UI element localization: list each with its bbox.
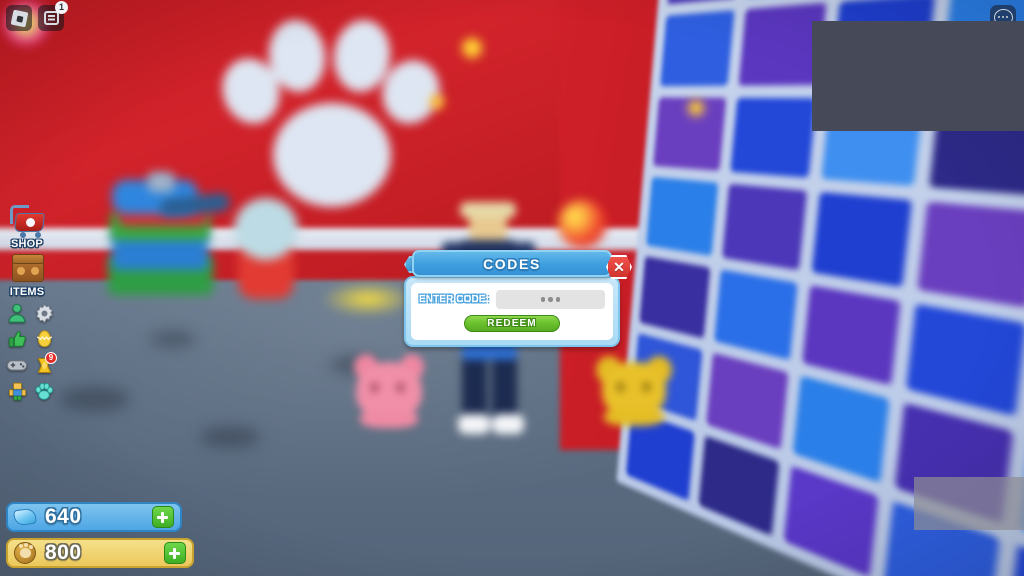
codes-dialog-titlebar: ★ CODES ✕: [404, 250, 632, 280]
coin-amount: 800: [45, 541, 82, 564]
prop-sparkle: [462, 38, 482, 58]
egg-button[interactable]: [31, 327, 57, 351]
shop-button[interactable]: SHOP: [4, 203, 50, 250]
redeem-button[interactable]: REDEEM: [464, 315, 560, 332]
gamepad-button[interactable]: [4, 353, 30, 377]
redeem-label: REDEEM: [487, 318, 537, 329]
coin-add-button[interactable]: [164, 542, 186, 564]
avatar-button[interactable]: [4, 301, 30, 325]
floor-spot: [60, 386, 130, 412]
character-button[interactable]: [4, 379, 30, 403]
floor-spot: [200, 426, 260, 448]
thumbs-up-icon: [8, 330, 26, 347]
prop-ball: [558, 200, 606, 248]
shop-label: SHOP: [11, 238, 43, 250]
chat-icon: [43, 11, 59, 25]
codes-dialog-title: CODES: [483, 255, 541, 272]
gamepad-icon: [6, 360, 28, 371]
chat-badge: 1: [55, 1, 68, 14]
codes-dialog-body: ENTER CODE: REDEEM: [404, 276, 620, 347]
enter-code-row: ENTER CODE:: [419, 290, 605, 309]
codes-title-banner: CODES: [412, 250, 612, 277]
gem-currency-bar: 640: [6, 502, 182, 532]
pet-pink: [352, 352, 430, 430]
redacted-region-bottom-right: [914, 477, 1024, 530]
rewards-button[interactable]: 9: [31, 352, 57, 377]
prop-gumball-machine: [234, 198, 298, 260]
hud-icon-grid: 9: [4, 301, 57, 403]
settings-button[interactable]: [31, 301, 57, 325]
close-icon: ✕: [613, 259, 625, 275]
code-input-placeholder-dots: [540, 297, 561, 302]
prop-sparkle: [430, 95, 444, 109]
codes-dialog: ★ CODES ✕ ENTER CODE:: [404, 250, 632, 347]
settings-gear-icon: [35, 303, 53, 323]
code-input[interactable]: [496, 290, 605, 309]
items-button[interactable]: ITEMS: [4, 251, 50, 298]
coin-currency-bar: 800: [6, 538, 194, 568]
redacted-region-top-right: [812, 21, 1024, 131]
floor-glow-pad: [322, 282, 414, 316]
roblox-topbar: 1: [0, 0, 70, 36]
gem-amount: 640: [45, 505, 82, 528]
game-screen: 1 SHOP ITEMS 9 640 800 CODES ✕ ENTER COD…: [0, 0, 1024, 576]
prop-machine: [148, 172, 174, 192]
egg-icon: [36, 329, 52, 347]
rewards-badge: 9: [45, 352, 57, 364]
paw-decal: [214, 16, 448, 213]
pet-yellow: [596, 356, 672, 428]
roblox-logo-icon: [10, 9, 28, 27]
enter-code-label: ENTER CODE:: [419, 294, 489, 305]
chat-button[interactable]: 1: [38, 1, 68, 31]
thumbs-up-button[interactable]: [4, 327, 30, 351]
redeem-row: REDEEM: [419, 315, 605, 332]
paw-coin-icon: [13, 541, 37, 565]
character-icon: [8, 382, 26, 401]
floor-spot: [150, 331, 196, 347]
gem-icon: [12, 505, 38, 529]
shopping-cart-icon: [10, 205, 46, 238]
pets-paw-icon: [35, 382, 54, 400]
items-label: ITEMS: [9, 286, 45, 298]
left-hud: SHOP ITEMS 9: [2, 203, 57, 403]
prop-sparkle: [688, 100, 704, 116]
currency-panel: 640 800: [6, 496, 194, 568]
codes-dialog-content: ENTER CODE: REDEEM: [411, 283, 613, 340]
roblox-menu-button[interactable]: [6, 5, 32, 31]
avatar-icon: [8, 303, 26, 323]
crate-icon: [12, 254, 44, 283]
gem-add-button[interactable]: [152, 506, 174, 528]
pets-button[interactable]: [31, 379, 57, 403]
